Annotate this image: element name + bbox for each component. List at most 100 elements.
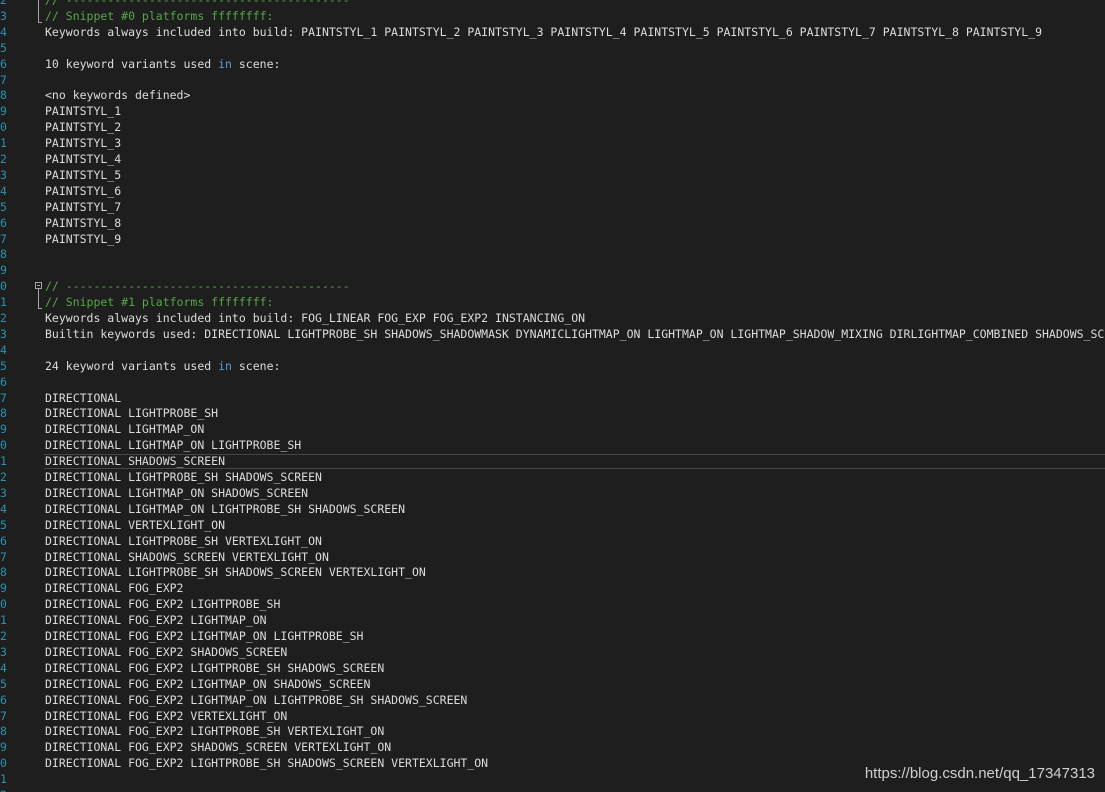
line-number: 3 [0,8,7,23]
code-line[interactable]: 1 DIRECTIONAL SHADOWS_SCREEN [0,453,1105,469]
code-line[interactable]: 2 DIRECTIONAL LIGHTPROBE_SH SHADOWS_SCREE… [0,469,1105,485]
line-number: 5 [0,358,7,373]
code-line[interactable]: 3 // Snippet #0 platforms ffffffff: [0,8,1105,24]
code-text: // Snippet #0 platforms ffffffff: [45,8,274,23]
code-line[interactable]: 4 DIRECTIONAL FOG_EXP2 LIGHTPROBE_SH SHAD… [0,660,1105,676]
code-line[interactable]: 3 Builtin keywords used: DIRECTIONAL LIGH… [0,326,1105,342]
code-text: DIRECTIONAL LIGHTPROBE_SH [45,406,219,421]
fold-guide-line [38,0,39,22]
code-line[interactable]: 6 10 keyword variants used in scene: [0,56,1105,72]
line-number: 9 [0,581,7,596]
keyword-token: in [218,358,232,373]
code-line[interactable]: 5 DIRECTIONAL VERTEXLIGHT_ON [0,517,1105,533]
line-number: 3 [0,167,7,182]
code-line[interactable]: 1 DIRECTIONAL FOG_EXP2 LIGHTMAP_ON [0,612,1105,628]
code-line[interactable]: 7 [0,72,1105,88]
code-line[interactable]: 9 DIRECTIONAL FOG_EXP2 [0,580,1105,596]
code-line[interactable]: 4 [0,342,1105,358]
code-line[interactable]: 4 PAINTSTYL_6 [0,183,1105,199]
code-line[interactable]: 6 [0,374,1105,390]
code-text: PAINTSTYL_6 [45,183,122,198]
fold-guide-end [38,308,42,310]
code-text: DIRECTIONAL LIGHTMAP_ON LIGHTPROBE_SH [45,438,302,453]
code-line[interactable]: 7 DIRECTIONAL FOG_EXP2 VERTEXLIGHT_ON [0,708,1105,724]
code-line[interactable]: 2 PAINTSTYL_4 [0,151,1105,167]
code-text: DIRECTIONAL FOG_EXP2 LIGHTPROBE_SH SHADO… [45,756,489,771]
code-text: // Snippet #1 platforms ffffffff: [45,295,274,310]
code-line[interactable]: 4 Keywords always included into build: PA… [0,24,1105,40]
line-number: 8 [0,406,7,421]
line-number: 6 [0,56,7,71]
line-number: 8 [0,247,7,262]
line-number: 0 [0,756,7,771]
line-number: 1 [0,613,7,628]
code-text: PAINTSTYL_9 [45,231,122,246]
line-number: 6 [0,374,7,389]
code-line[interactable]: 7 PAINTSTYL_9 [0,231,1105,247]
code-line[interactable]: 9 DIRECTIONAL FOG_EXP2 SHADOWS_SCREEN VER… [0,739,1105,755]
code-text: PAINTSTYL_5 [45,167,122,182]
code-line[interactable]: 2 [0,787,1105,792]
code-line[interactable]: 5 24 keyword variants used in scene: [0,358,1105,374]
line-number: 5 [0,199,7,214]
code-text: PAINTSTYL_3 [45,136,122,151]
code-text: DIRECTIONAL FOG_EXP2 LIGHTPROBE_SH SHADO… [45,660,385,675]
fold-collapse-icon[interactable] [35,282,42,290]
code-text: Keywords always included into build: PAI… [45,24,1042,39]
line-number: 2 [0,0,7,7]
code-line[interactable]: 0 // ------------------------------------… [0,278,1105,294]
code-line[interactable]: 5 PAINTSTYL_7 [0,199,1105,215]
code-line[interactable]: 6 DIRECTIONAL LIGHTPROBE_SH VERTEXLIGHT_O… [0,533,1105,549]
code-line[interactable]: 9 PAINTSTYL_1 [0,103,1105,119]
code-line[interactable]: 4 DIRECTIONAL LIGHTMAP_ON LIGHTPROBE_SH S… [0,501,1105,517]
code-line[interactable]: 2 DIRECTIONAL FOG_EXP2 LIGHTMAP_ON LIGHTP… [0,628,1105,644]
line-number: 7 [0,708,7,723]
line-number: 1 [0,454,7,469]
code-line[interactable]: 1 PAINTSTYL_3 [0,135,1105,151]
code-line[interactable]: 7 DIRECTIONAL [0,390,1105,406]
code-line[interactable]: 9 DIRECTIONAL LIGHTMAP_ON [0,421,1105,437]
line-number: 4 [0,342,7,357]
code-line[interactable]: 5 [0,40,1105,56]
line-number: 8 [0,88,7,103]
line-number: 6 [0,692,7,707]
code-text: DIRECTIONAL LIGHTPROBE_SH SHADOWS_SCREEN… [45,565,426,580]
code-line[interactable]: 7 DIRECTIONAL SHADOWS_SCREEN VERTEXLIGHT_… [0,549,1105,565]
line-number: 0 [0,438,7,453]
code-editor[interactable]: 2 // ------------------------------------… [0,0,1105,792]
code-text: DIRECTIONAL FOG_EXP2 [45,581,184,596]
code-text: DIRECTIONAL FOG_EXP2 LIGHTPROBE_SH VERTE… [45,724,385,739]
line-number: 9 [0,104,7,119]
code-line[interactable]: 8 <no keywords defined> [0,87,1105,103]
code-line[interactable]: 2 // ------------------------------------… [0,0,1105,8]
code-text: Builtin keywords used: DIRECTIONAL LIGHT… [45,326,1105,341]
line-number: 2 [0,787,10,792]
code-text: Keywords always included into build: FOG… [45,311,586,325]
code-line[interactable]: 8 [0,246,1105,262]
line-number: 4 [0,183,7,198]
line-number: 7 [0,390,7,405]
code-line[interactable]: 0 DIRECTIONAL LIGHTMAP_ON LIGHTPROBE_SH [0,437,1105,453]
code-line[interactable]: 3 DIRECTIONAL FOG_EXP2 SHADOWS_SCREEN [0,644,1105,660]
line-number: 4 [0,660,7,675]
code-line[interactable]: 3 PAINTSTYL_5 [0,167,1105,183]
code-line[interactable]: 0 DIRECTIONAL FOG_EXP2 LIGHTPROBE_SH [0,596,1105,612]
code-line[interactable]: 5 DIRECTIONAL FOG_EXP2 LIGHTMAP_ON SHADOW… [0,676,1105,692]
code-line[interactable]: 6 PAINTSTYL_8 [0,215,1105,231]
code-line[interactable]: 6 DIRECTIONAL FOG_EXP2 LIGHTMAP_ON LIGHTP… [0,692,1105,708]
code-line[interactable]: 2 Keywords always included into build: FO… [0,310,1105,326]
line-number: 1 [0,772,7,787]
code-line[interactable]: 8 DIRECTIONAL FOG_EXP2 LIGHTPROBE_SH VERT… [0,723,1105,739]
code-line[interactable]: 8 DIRECTIONAL LIGHTPROBE_SH SHADOWS_SCREE… [0,564,1105,580]
code-line[interactable]: 0 PAINTSTYL_2 [0,119,1105,135]
code-line[interactable]: 3 DIRECTIONAL LIGHTMAP_ON SHADOWS_SCREEN [0,485,1105,501]
code-text: DIRECTIONAL FOG_EXP2 LIGHTMAP_ON LIGHTPR… [45,629,364,643]
code-text: DIRECTIONAL FOG_EXP2 VERTEXLIGHT_ON [45,708,288,723]
line-number: 0 [0,120,7,135]
code-line[interactable]: 1 // Snippet #1 platforms ffffffff: [0,294,1105,310]
code-line[interactable]: 9 [0,262,1105,278]
fold-guide-end [38,21,42,23]
code-line[interactable]: 8 DIRECTIONAL LIGHTPROBE_SH [0,405,1105,421]
code-text: DIRECTIONAL FOG_EXP2 LIGHTMAP_ON LIGHTPR… [45,692,468,707]
code-text: DIRECTIONAL FOG_EXP2 LIGHTPROBE_SH [45,597,281,612]
